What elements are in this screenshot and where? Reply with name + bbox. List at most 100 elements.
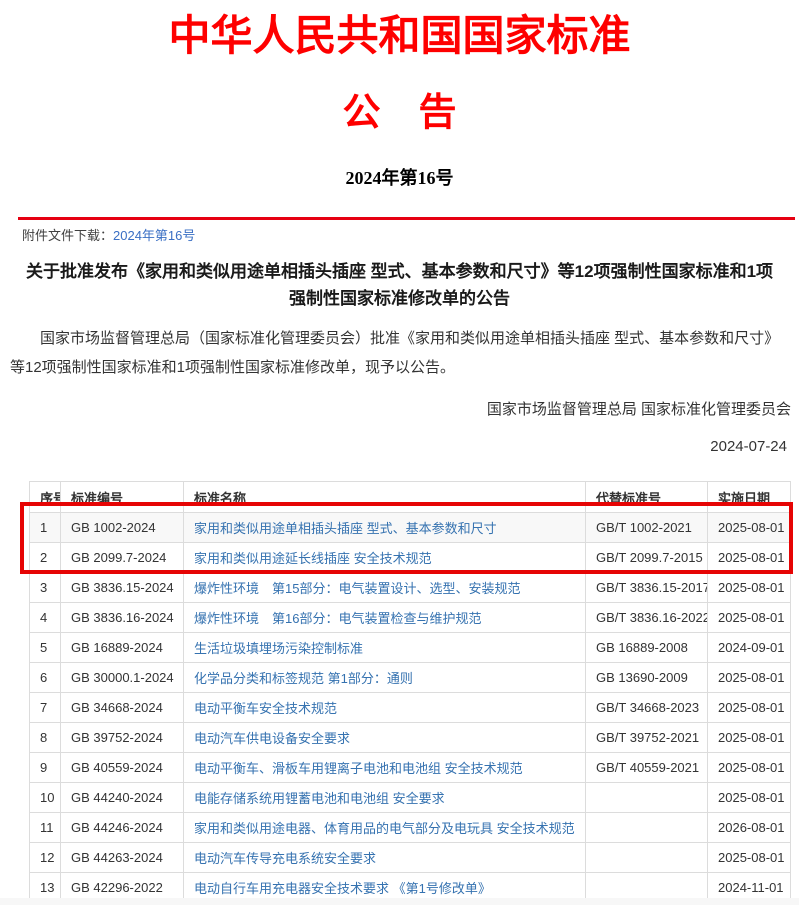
standard-name-link[interactable]: 电动自行车用充电器安全技术要求 《第1号修改单》 <box>194 881 491 896</box>
standards-table-body: 1GB 1002-2024 家用和类似用途单相插头插座 型式、基本参数和尺寸 GB/… <box>30 513 791 903</box>
column-header-3: 代替标准号 <box>586 482 708 513</box>
cell-replaced-standard: GB/T 3836.16-2022 <box>586 603 708 633</box>
table-row: 12GB 44263-2024 电动汽车传导充电系统安全要求 2025-08-01 <box>30 843 791 873</box>
cell-standard-name: 化学品分类和标签规范 第1部分：通则 <box>184 663 586 693</box>
cell-replaced-standard: GB/T 40559-2021 <box>586 753 708 783</box>
cell-replaced-standard <box>586 843 708 873</box>
cell-seq-no: 12 <box>30 843 61 873</box>
cell-standard-code: GB 30000.1-2024 <box>61 663 184 693</box>
cell-replaced-standard: GB/T 1002-2021 <box>586 513 708 543</box>
cell-standard-name: 电动汽车传导充电系统安全要求 <box>184 843 586 873</box>
standards-table: 序号标准编号标准名称代替标准号实施日期 1GB 1002-2024 家用和类似用途… <box>29 481 791 903</box>
cell-standard-code: GB 2099.7-2024 <box>61 543 184 573</box>
cell-replaced-standard: GB 13690-2009 <box>586 663 708 693</box>
column-header-4: 实施日期 <box>708 482 791 513</box>
cell-implementation-date: 2026-08-01 <box>708 813 791 843</box>
cell-replaced-standard <box>586 813 708 843</box>
cell-standard-code: GB 40559-2024 <box>61 753 184 783</box>
cell-implementation-date: 2025-08-01 <box>708 543 791 573</box>
announcement-subtitle: 公 告 <box>0 92 799 134</box>
cell-seq-no: 1 <box>30 513 61 543</box>
publication-date: 2024-07-24 <box>0 437 787 457</box>
cell-standard-name: 电动汽车供电设备安全要求 <box>184 723 586 753</box>
standard-name-link[interactable]: 化学品分类和标签规范 第1部分：通则 <box>194 671 413 686</box>
cell-seq-no: 6 <box>30 663 61 693</box>
standard-name-link[interactable]: 家用和类似用途电器、体育用品的电气部分及电玩具 安全技术规范 <box>194 821 575 836</box>
cell-standard-name: 爆炸性环境 第16部分：电气装置检查与维护规范 <box>184 603 586 633</box>
national-standard-title: 中华人民共和国国家标准 <box>0 14 799 60</box>
cell-standard-name: 生活垃圾填埋场污染控制标准 <box>184 633 586 663</box>
cell-seq-no: 7 <box>30 693 61 723</box>
table-row: 4GB 3836.16-2024 爆炸性环境 第16部分：电气装置检查与维护规范 G… <box>30 603 791 633</box>
standard-name-link[interactable]: 电能存储系统用锂蓄电池和电池组 安全要求 <box>194 791 445 806</box>
table-row: 10GB 44240-2024电能存储系统用锂蓄电池和电池组 安全要求2025-… <box>30 783 791 813</box>
standard-name-link[interactable]: 生活垃圾填埋场污染控制标准 <box>194 641 363 656</box>
cell-standard-code: GB 1002-2024 <box>61 513 184 543</box>
attachment-download-row: 附件文件下载：2024年第16号 <box>22 227 799 244</box>
cell-replaced-standard: GB/T 39752-2021 <box>586 723 708 753</box>
table-row: 1GB 1002-2024 家用和类似用途单相插头插座 型式、基本参数和尺寸 GB/… <box>30 513 791 543</box>
cell-standard-code: GB 3836.16-2024 <box>61 603 184 633</box>
cell-seq-no: 5 <box>30 633 61 663</box>
column-header-0: 序号 <box>30 482 61 513</box>
table-row: 6GB 30000.1-2024 化学品分类和标签规范 第1部分：通则 GB 136… <box>30 663 791 693</box>
cell-implementation-date: 2025-08-01 <box>708 753 791 783</box>
cell-standard-code: GB 44263-2024 <box>61 843 184 873</box>
cell-replaced-standard: GB/T 2099.7-2015 <box>586 543 708 573</box>
notice-body-paragraph: 国家市场监督管理总局（国家标准化管理委员会）批准《家用和类似用途单相插头插座 型… <box>10 324 789 382</box>
cell-standard-name: 电动平衡车安全技术规范 <box>184 693 586 723</box>
cell-replaced-standard: GB 16889-2008 <box>586 633 708 663</box>
cell-implementation-date: 2025-08-01 <box>708 573 791 603</box>
cell-replaced-standard: GB/T 34668-2023 <box>586 693 708 723</box>
table-header-row: 序号标准编号标准名称代替标准号实施日期 <box>30 482 791 513</box>
cell-replaced-standard: GB/T 3836.15-2017 <box>586 573 708 603</box>
cell-seq-no: 2 <box>30 543 61 573</box>
table-row: 3GB 3836.15-2024 爆炸性环境 第15部分：电气装置设计、选型、安装… <box>30 573 791 603</box>
table-row: 11GB 44246-2024家用和类似用途电器、体育用品的电气部分及电玩具 安… <box>30 813 791 843</box>
standard-name-link[interactable]: 家用和类似用途延长线插座 安全技术规范 <box>194 551 432 566</box>
cell-implementation-date: 2025-08-01 <box>708 603 791 633</box>
cell-implementation-date: 2024-09-01 <box>708 633 791 663</box>
table-row: 5GB 16889-2024生活垃圾填埋场污染控制标准GB 16889-2008… <box>30 633 791 663</box>
cell-standard-name: 电动平衡车、滑板车用锂离子电池和电池组 安全技术规范 <box>184 753 586 783</box>
cell-seq-no: 9 <box>30 753 61 783</box>
standard-name-link[interactable]: 爆炸性环境 第15部分：电气装置设计、选型、安装规范 <box>194 581 520 596</box>
column-header-2: 标准名称 <box>184 482 586 513</box>
attachment-link[interactable]: 2024年第16号 <box>113 228 195 243</box>
cell-implementation-date: 2025-08-01 <box>708 663 791 693</box>
page-bottom-strip <box>0 898 799 905</box>
cell-seq-no: 3 <box>30 573 61 603</box>
cell-replaced-standard <box>586 783 708 813</box>
cell-standard-code: GB 34668-2024 <box>61 693 184 723</box>
cell-implementation-date: 2025-08-01 <box>708 693 791 723</box>
cell-standard-name: 家用和类似用途单相插头插座 型式、基本参数和尺寸 <box>184 513 586 543</box>
cell-standard-code: GB 39752-2024 <box>61 723 184 753</box>
standard-name-link[interactable]: 电动平衡车安全技术规范 <box>194 701 337 716</box>
cell-seq-no: 4 <box>30 603 61 633</box>
issue-number: 2024年第16号 <box>0 168 799 188</box>
table-row: 7GB 34668-2024 电动平衡车安全技术规范 GB/T 34668-2023… <box>30 693 791 723</box>
cell-implementation-date: 2025-08-01 <box>708 843 791 873</box>
cell-seq-no: 11 <box>30 813 61 843</box>
red-divider-rule <box>18 217 795 220</box>
cell-standard-code: GB 3836.15-2024 <box>61 573 184 603</box>
cell-implementation-date: 2025-08-01 <box>708 513 791 543</box>
standard-name-link[interactable]: 电动汽车传导充电系统安全要求 <box>194 851 376 866</box>
column-header-1: 标准编号 <box>61 482 184 513</box>
cell-seq-no: 8 <box>30 723 61 753</box>
cell-standard-name: 爆炸性环境 第15部分：电气装置设计、选型、安装规范 <box>184 573 586 603</box>
cell-implementation-date: 2025-08-01 <box>708 723 791 753</box>
cell-seq-no: 10 <box>30 783 61 813</box>
notice-title: 关于批准发布《家用和类似用途单相插头插座 型式、基本参数和尺寸》等12项强制性国… <box>18 258 781 312</box>
standards-table-container: 序号标准编号标准名称代替标准号实施日期 1GB 1002-2024 家用和类似用途… <box>29 481 791 903</box>
cell-standard-name: 电能存储系统用锂蓄电池和电池组 安全要求 <box>184 783 586 813</box>
standard-name-link[interactable]: 家用和类似用途单相插头插座 型式、基本参数和尺寸 <box>194 521 497 536</box>
table-row: 8GB 39752-2024 电动汽车供电设备安全要求 GB/T 39752-202… <box>30 723 791 753</box>
standard-name-link[interactable]: 电动汽车供电设备安全要求 <box>194 731 350 746</box>
standard-name-link[interactable]: 电动平衡车、滑板车用锂离子电池和电池组 安全技术规范 <box>194 761 523 776</box>
attachment-label: 附件文件下载： <box>22 228 113 243</box>
cell-standard-code: GB 44240-2024 <box>61 783 184 813</box>
table-row: 9GB 40559-2024 电动平衡车、滑板车用锂离子电池和电池组 安全技术规范… <box>30 753 791 783</box>
standard-name-link[interactable]: 爆炸性环境 第16部分：电气装置检查与维护规范 <box>194 611 481 626</box>
cell-standard-name: 家用和类似用途电器、体育用品的电气部分及电玩具 安全技术规范 <box>184 813 586 843</box>
